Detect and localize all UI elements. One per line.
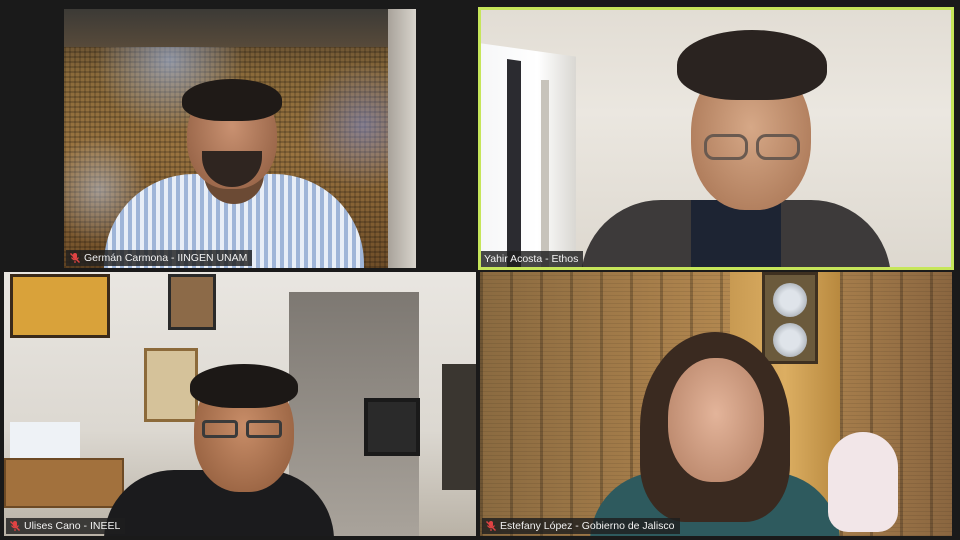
window-frame xyxy=(507,59,521,267)
window-frame xyxy=(541,80,549,267)
participant-name-tag: Yahir Acosta - Ethos xyxy=(481,251,584,267)
decor-figure xyxy=(10,422,80,458)
participant-name: Yahir Acosta - Ethos xyxy=(484,253,579,265)
participant-name: Ulises Cano - INEEL xyxy=(24,520,121,532)
background-window xyxy=(481,43,576,267)
wall-painting xyxy=(10,274,110,338)
wall-mirror xyxy=(364,398,420,456)
wall-painting xyxy=(168,274,216,330)
participant-name-tag: Ulises Cano - INEEL xyxy=(6,518,126,534)
participant-video xyxy=(94,79,394,268)
participant-video xyxy=(590,332,920,536)
wall-painting xyxy=(442,364,476,490)
video-feed xyxy=(64,9,416,268)
video-tile-german-carmona[interactable]: Germán Carmona - IINGEN UNAM xyxy=(64,9,416,268)
participant-name: Germán Carmona - IINGEN UNAM xyxy=(84,252,248,264)
participant-name-tag: Estefany López - Gobierno de Jalisco xyxy=(482,518,680,534)
participant-video xyxy=(581,30,951,267)
video-tile-estefany-lopez[interactable]: Estefany López - Gobierno de Jalisco xyxy=(480,272,952,536)
participant-video xyxy=(104,360,344,536)
mic-muted-icon xyxy=(10,521,20,531)
video-feed xyxy=(4,272,476,536)
mic-muted-icon xyxy=(486,521,496,531)
video-feed xyxy=(481,10,951,267)
clock-dial xyxy=(773,283,807,317)
participant-name-tag: Germán Carmona - IINGEN UNAM xyxy=(66,250,253,266)
video-feed xyxy=(480,272,952,536)
video-tile-ulises-cano[interactable]: Ulises Cano - INEEL xyxy=(4,272,476,536)
mic-muted-icon xyxy=(70,253,80,263)
background-wall xyxy=(64,9,416,47)
video-tile-yahir-acosta[interactable]: Yahir Acosta - Ethos xyxy=(478,7,954,270)
participant-name: Estefany López - Gobierno de Jalisco xyxy=(500,520,675,532)
